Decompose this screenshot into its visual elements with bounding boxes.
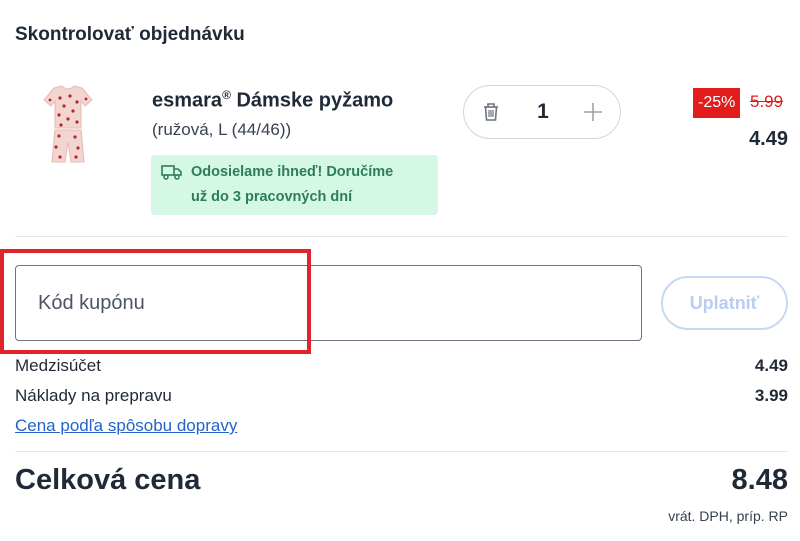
truck-icon <box>161 164 183 189</box>
old-price: 5.99 <box>750 92 784 111</box>
total-label: Celková cena <box>15 464 201 496</box>
product-name[interactable]: esmara® Dámske pyžamo <box>152 88 393 113</box>
coupon-input[interactable] <box>15 265 642 341</box>
discount-badge: -25% <box>693 88 741 118</box>
product-brand: esmara <box>152 89 223 112</box>
vat-note: vrát. DPH, príp. RP <box>668 508 788 524</box>
page-title: Skontrolovať objednávku <box>15 24 245 45</box>
shipping-cost-value: 3.99 <box>754 386 788 405</box>
order-review-panel: Skontrolovať objednávku esmara® Dámske p… <box>0 0 800 541</box>
total-value: 8.48 <box>731 464 788 496</box>
registered-mark: ® <box>222 88 231 102</box>
subtotal-label: Medzisúčet <box>15 356 101 375</box>
shipping-info-banner: Odosielame ihneď! Doručíme už do 3 praco… <box>151 155 438 215</box>
product-variant: (ružová, L (44/46)) <box>152 120 292 139</box>
plus-icon[interactable] <box>582 101 604 128</box>
shipping-line-2: už do 3 pracovných dní <box>191 189 353 205</box>
product-price: 4.49 <box>749 128 788 150</box>
shipping-cost-label: Náklady na prepravu <box>15 386 172 405</box>
product-image[interactable] <box>40 84 96 168</box>
subtotal-value: 4.49 <box>754 356 788 375</box>
apply-coupon-button[interactable]: Uplatniť <box>661 276 788 330</box>
divider <box>15 236 788 237</box>
product-title: Dámske pyžamo <box>236 89 394 112</box>
divider <box>15 451 788 452</box>
quantity-stepper: 1 <box>463 85 621 139</box>
pajamas-icon <box>43 85 93 163</box>
shipping-price-link[interactable]: Cena podľa spôsobu dopravy <box>15 416 237 436</box>
shipping-line-1: Odosielame ihneď! Doručíme <box>191 164 394 180</box>
